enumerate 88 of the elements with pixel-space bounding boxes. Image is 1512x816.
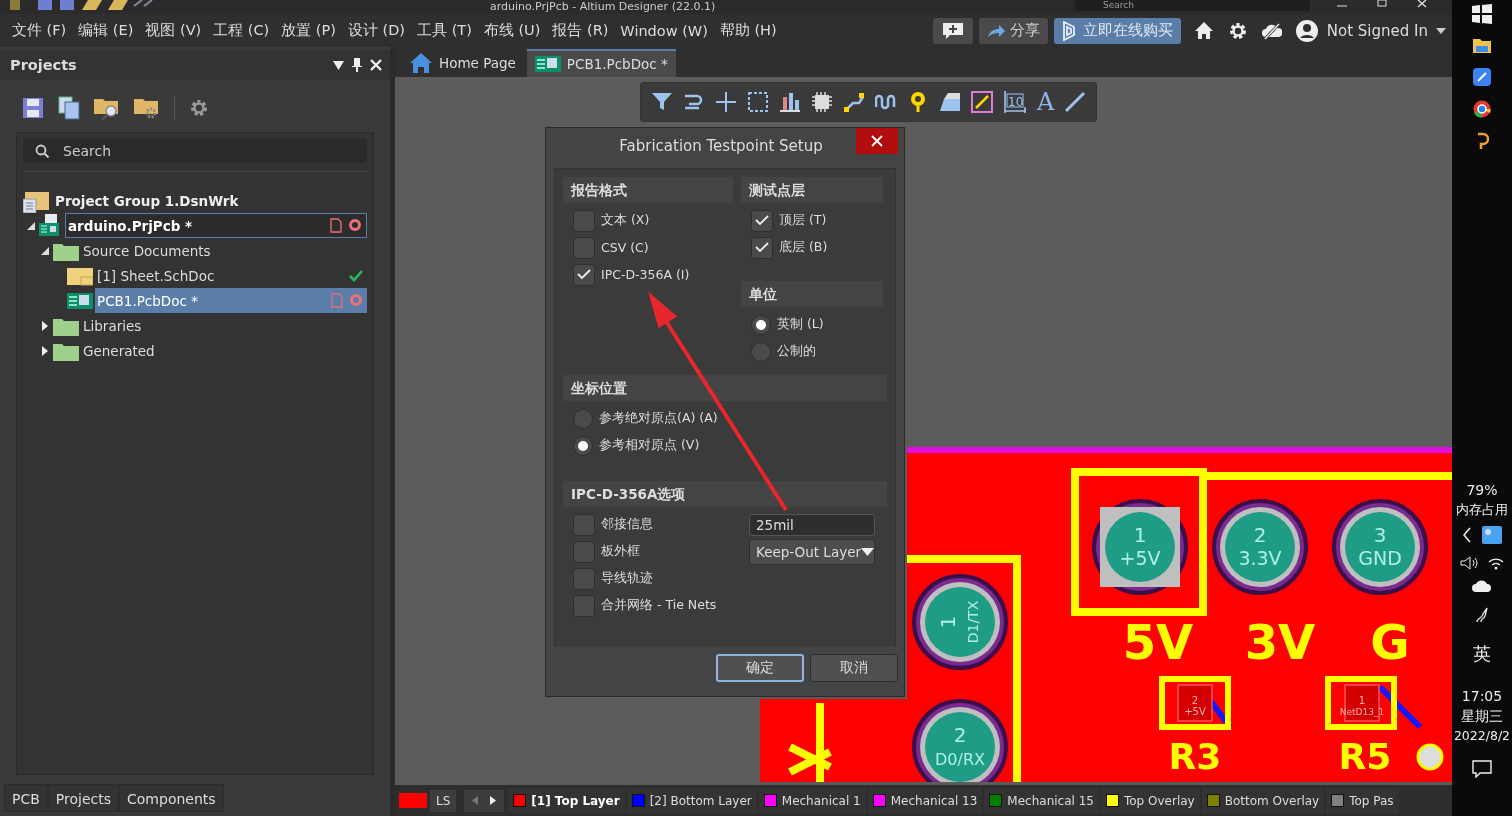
layer-tab[interactable]: [1] Top Layer <box>508 787 625 814</box>
option-label: IPC-D-356A (I) <box>601 267 690 282</box>
pad-number: 2 <box>953 723 967 747</box>
section-header: IPC-D-356A选项 <box>563 481 887 507</box>
tree-item[interactable]: Libraries <box>81 313 367 338</box>
adjacency-field[interactable]: 25mil <box>749 513 875 536</box>
memory-label: 内存占用 <box>1456 501 1508 519</box>
clock-weekday: 星期三 <box>1461 707 1503 726</box>
search-field[interactable]: Search <box>1075 0 1310 11</box>
pad-number: 2 <box>1253 523 1267 547</box>
silkscreen-label: 5V <box>1122 614 1194 670</box>
pad-number: 1 <box>936 615 960 629</box>
layer-tab[interactable]: Mechanical 15 <box>984 787 1099 814</box>
section-header: 单位 <box>741 281 883 307</box>
layer-tab[interactable]: Top Overlay <box>1100 787 1200 814</box>
pad-number: 1 <box>1358 695 1366 706</box>
section-header: 报告格式 <box>563 177 733 203</box>
option-label: 邻接信息 <box>601 516 653 533</box>
pad-number: 3 <box>1373 523 1387 547</box>
tree-item[interactable]: PCB1.PcbDoc * <box>95 288 367 313</box>
option-label: CSV (C) <box>601 240 649 255</box>
tree-item[interactable]: [1] Sheet.SchDoc <box>95 263 367 288</box>
layer-tab[interactable]: Mechanical 13 <box>867 787 983 814</box>
silkscreen-label: R3 <box>1168 736 1222 777</box>
dialog-title: Fabrication Testpoint Setup <box>618 137 824 155</box>
clock-time: 17:05 <box>1461 687 1503 706</box>
option-label: 板外框 <box>601 543 640 560</box>
menu-item[interactable]: 编辑 (E) <box>72 21 140 40</box>
option-label: 合并网络 - Tie Nets <box>601 597 717 614</box>
option-label: 文本 (X) <box>601 212 650 229</box>
dimension-tool[interactable]: 10 <box>1003 90 1027 114</box>
input-method-indicator[interactable]: 英 <box>1473 644 1491 664</box>
tree-item[interactable]: Generated <box>81 338 367 363</box>
menu-item[interactable]: 工程 (C) <box>207 21 276 40</box>
share-button[interactable]: 分享 <box>978 17 1048 44</box>
menu-item[interactable]: Window (W) <box>614 22 714 39</box>
silkscreen-label: 3V <box>1244 614 1316 670</box>
tree-item[interactable]: arduino.PrjPcb * <box>65 213 367 238</box>
menu-item[interactable]: 布线 (U) <box>477 21 547 40</box>
menu-item[interactable]: 设计 (D) <box>341 21 412 40</box>
panel-tab[interactable]: Projects <box>47 784 120 812</box>
option-label: 顶层 (T) <box>779 212 827 229</box>
tree-item[interactable]: Source Documents <box>81 238 367 263</box>
user-menu[interactable]: Not Signed In <box>1294 18 1446 43</box>
option-label: 公制的 <box>777 343 816 360</box>
pad-net-label: +5V <box>1184 706 1206 717</box>
text-tool[interactable]: A <box>1037 87 1055 117</box>
menu-item[interactable]: 文件 (F) <box>6 21 73 40</box>
layer-tab[interactable]: Mechanical 1 <box>758 787 866 814</box>
search-field[interactable]: Search <box>23 139 367 163</box>
cancel-button[interactable]: 取消 <box>810 654 898 682</box>
clock-date: 2022/8/2 <box>1453 727 1511 745</box>
pad-net-label: NetD13_1 <box>1339 707 1385 717</box>
section-header: 坐标位置 <box>563 375 887 401</box>
section-header: 测试点层 <box>741 177 883 203</box>
option-label: 导线轨迹 <box>601 570 653 587</box>
ok-button[interactable]: 确定 <box>716 654 804 682</box>
layer-dropdown[interactable]: Keep-Out Layer <box>749 538 875 565</box>
tree-item[interactable]: Project Group 1.DsnWrk <box>53 188 367 213</box>
menu-item[interactable]: 报告 (R) <box>546 21 615 40</box>
pad-number: 2 <box>1191 695 1199 706</box>
document-tab[interactable]: PCB1.PcbDoc * <box>526 49 676 77</box>
option-label: 底层 (B) <box>779 239 828 256</box>
menu-item[interactable]: 帮助 (H) <box>713 21 783 40</box>
option-label: 参考相对原点 (V) <box>599 437 700 454</box>
option-label: 英制 (L) <box>777 316 824 333</box>
buy-online-button[interactable]: 立即在线购买 <box>1053 17 1181 44</box>
pad-net-label: 3.3V <box>1238 547 1282 569</box>
memory-percent: 79% <box>1466 481 1498 500</box>
panel-tab[interactable]: PCB <box>4 784 48 812</box>
layer-tab[interactable]: Top Pas <box>1326 787 1399 814</box>
silkscreen-label: G <box>1370 614 1410 670</box>
panel-tab[interactable]: Components <box>119 784 224 812</box>
menu-item[interactable]: 视图 (V) <box>139 21 208 40</box>
pad-net-label: +5V <box>1119 547 1161 569</box>
layer-tab[interactable]: Bottom Overlay <box>1201 787 1325 814</box>
option-label: 参考绝对原点(A) (A) <box>599 410 718 427</box>
pad-net-label: D0/RX <box>935 750 985 769</box>
menu-item[interactable]: 工具 (T) <box>411 21 478 40</box>
menu-item[interactable]: 放置 (P) <box>275 21 342 40</box>
layer-set-button[interactable]: LS <box>430 789 457 812</box>
panel-title: Projects <box>10 57 78 73</box>
pad-net-label: D1/TX <box>965 600 981 644</box>
silkscreen-label: R5 <box>1338 736 1392 777</box>
pad-net-label: GND <box>1358 547 1402 569</box>
pad-number: 1 <box>1133 523 1147 547</box>
window-title: arduino.PrjPcb - Altium Designer (22.0.1) <box>490 0 716 13</box>
layer-tab[interactable]: [2] Bottom Layer <box>626 787 757 814</box>
